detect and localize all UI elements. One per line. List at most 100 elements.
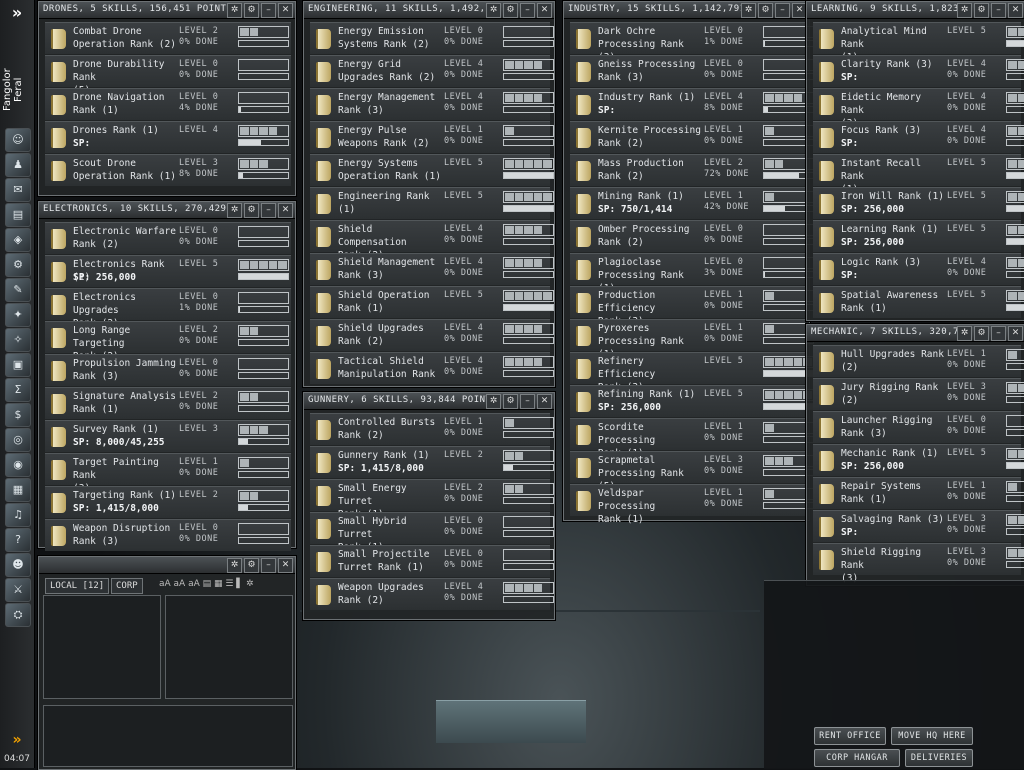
tab-local[interactable]: LOCAL [12] <box>45 578 109 594</box>
skill-row[interactable]: Plagioclase Processing Rank (1)LEVEL 03%… <box>570 253 805 285</box>
engineering-window-titlebar[interactable]: ENGINEERING, 11 SKILLS, 1,492,582 PO✲⚙–✕ <box>304 2 554 19</box>
settings-icon[interactable]: ⚙ <box>758 3 773 18</box>
skill-row[interactable]: Energy Systems Operation Rank (1)LEVEL 5 <box>310 154 550 186</box>
skill-row[interactable]: Electronics Upgrades Rank (2)LEVEL 01% D… <box>45 288 291 320</box>
minimize-icon[interactable]: – <box>991 3 1006 18</box>
skill-row[interactable]: Combat Drone Operation Rank (2)LEVEL 20%… <box>45 22 291 54</box>
settings-icon[interactable]: ⚙ <box>244 203 259 218</box>
audio-icon[interactable]: ♫ <box>5 503 31 527</box>
skill-row[interactable]: Weapon Upgrades Rank (2)LEVEL 40% DONE <box>310 578 550 610</box>
pin-icon[interactable]: ✲ <box>486 3 501 18</box>
skill-row[interactable]: Shield Operation Rank (1)LEVEL 5 <box>310 286 550 318</box>
skill-row[interactable]: Small Hybrid Turret Rank (1)LEVEL 00% DO… <box>310 512 550 544</box>
assets-icon[interactable]: ▣ <box>5 353 31 377</box>
skill-row[interactable]: Jury Rigging Rank (2)LEVEL 30% DONE <box>813 378 1021 410</box>
corp-hangar-button[interactable]: CORP HANGAR <box>814 749 900 767</box>
pin-icon[interactable]: ✲ <box>741 3 756 18</box>
character-icon[interactable]: ☺ <box>5 128 31 152</box>
skill-row[interactable]: Salvaging Rank (3)SP:LEVEL 30% DONE <box>813 510 1021 542</box>
industry-icon[interactable]: ⚙ <box>5 253 31 277</box>
skill-row[interactable]: Energy Management Rank (3)LEVEL 40% DONE <box>310 88 550 120</box>
science-icon[interactable]: Σ <box>5 378 31 402</box>
close-icon[interactable]: ✕ <box>1008 3 1023 18</box>
market-icon[interactable]: ◈ <box>5 228 31 252</box>
map-icon[interactable]: ✦ <box>5 303 31 327</box>
question-icon[interactable]: ? <box>5 528 31 552</box>
skill-row[interactable]: Iron Will Rank (1)SP: 256,000LEVEL 5 <box>813 187 1021 219</box>
industry-window-titlebar[interactable]: INDUSTRY, 15 SKILLS, 1,142,791 POINTS✲⚙–… <box>564 2 809 19</box>
settings-icon[interactable]: ⚙ <box>974 326 989 341</box>
minimize-icon[interactable]: – <box>520 394 535 409</box>
neocom-expand-button[interactable]: » <box>0 0 34 26</box>
character-name[interactable]: Fangolor Feral <box>2 58 32 122</box>
skill-row[interactable]: Repair Systems Rank (1)LEVEL 10% DONE <box>813 477 1021 509</box>
chat-member-list[interactable] <box>43 595 161 699</box>
skill-row[interactable]: Kernite Processing Rank (2)LEVEL 10% DON… <box>570 121 805 153</box>
close-icon[interactable]: ✕ <box>537 394 552 409</box>
skill-row[interactable]: Clarity Rank (3)SP:LEVEL 40% DONE <box>813 55 1021 87</box>
settings-icon[interactable]: ⚙ <box>974 3 989 18</box>
skill-row[interactable]: Spatial Awareness Rank (1)LEVEL 5 <box>813 286 1021 318</box>
skill-row[interactable]: Energy Pulse Weapons Rank (2)LEVEL 10% D… <box>310 121 550 153</box>
skill-row[interactable]: Hull Upgrades Rank (2)LEVEL 10% DONE <box>813 345 1021 377</box>
skill-row[interactable]: Controlled Bursts Rank (2)LEVEL 10% DONE <box>310 413 550 445</box>
skill-row[interactable]: Survey Rank (1)SP: 8,000/45,255LEVEL 3 <box>45 420 291 452</box>
skill-row[interactable]: Production Efficiency Rank (3)LEVEL 10% … <box>570 286 805 318</box>
settings-icon[interactable]: ⚙ <box>244 3 259 18</box>
skill-row[interactable]: Small Projectile Turret Rank (1)LEVEL 00… <box>310 545 550 577</box>
chat-titlebar[interactable]: ✲ ⚙ – ✕ <box>39 557 295 574</box>
journal-icon[interactable]: ✎ <box>5 278 31 302</box>
people-icon[interactable]: ♟ <box>5 153 31 177</box>
close-icon[interactable]: ✕ <box>792 3 807 18</box>
skill-row[interactable]: Dark Ochre Processing Rank (3)LEVEL 01% … <box>570 22 805 54</box>
neocom-arrows-icon[interactable]: » <box>4 730 30 750</box>
skill-row[interactable]: Pyroxeres Processing Rank (1)LEVEL 10% D… <box>570 319 805 351</box>
starmap-icon[interactable]: ✧ <box>5 328 31 352</box>
portrait-icon[interactable]: ☻ <box>5 553 31 577</box>
minimize-icon[interactable]: – <box>775 3 790 18</box>
skill-row[interactable]: Propulsion Jamming Rank (3)LEVEL 00% DON… <box>45 354 291 386</box>
skill-row[interactable]: Focus Rank (3)SP:LEVEL 40% DONE <box>813 121 1021 153</box>
settings-icon[interactable]: ⚙ <box>503 394 518 409</box>
skill-row[interactable]: Tactical Shield Manipulation RankLEVEL 4… <box>310 352 550 384</box>
skill-row[interactable]: Shield Rigging Rank (3)LEVEL 30% DONE <box>813 543 1021 575</box>
close-icon[interactable]: ✕ <box>278 3 293 18</box>
skill-row[interactable]: Gneiss Processing Rank (3)LEVEL 00% DONE <box>570 55 805 87</box>
browser-icon[interactable]: ◉ <box>5 453 31 477</box>
gunnery-window-titlebar[interactable]: GUNNERY, 6 SKILLS, 93,844 POINTS✲⚙–✕ <box>304 393 554 410</box>
skill-row[interactable]: Mass Production Rank (2)LEVEL 272% DONE <box>570 154 805 186</box>
deliveries-button[interactable]: DELIVERIES <box>905 749 973 767</box>
skill-row[interactable]: Gunnery Rank (1)SP: 1,415/8,000LEVEL 2 <box>310 446 550 478</box>
skill-row[interactable]: Industry Rank (1)SP:LEVEL 48% DONE <box>570 88 805 120</box>
skill-row[interactable]: Scrapmetal Processing Rank (5)LEVEL 30% … <box>570 451 805 483</box>
skill-row[interactable]: Targeting Rank (1)SP: 1,415/8,000LEVEL 2 <box>45 486 291 518</box>
skill-row[interactable]: Electronics Rank (1)SP: 256,000LEVEL 5 <box>45 255 291 287</box>
tab-corp[interactable]: CORP <box>111 578 143 594</box>
skill-row[interactable]: Engineering Rank (1)LEVEL 5 <box>310 187 550 219</box>
close-icon[interactable]: ✕ <box>1008 326 1023 341</box>
pin-icon[interactable]: ✲ <box>227 558 242 573</box>
skill-row[interactable]: Electronic Warfare Rank (2)LEVEL 00% DON… <box>45 222 291 254</box>
minimize-icon[interactable]: – <box>991 326 1006 341</box>
skill-row[interactable]: Drone Navigation Rank (1)LEVEL 04% DONE <box>45 88 291 120</box>
minimize-icon[interactable]: – <box>261 558 276 573</box>
skill-row[interactable]: Energy Emission Systems Rank (2)LEVEL 00… <box>310 22 550 54</box>
wallet-icon[interactable]: $ <box>5 403 31 427</box>
skill-row[interactable]: Refinery Efficiency Rank (3)LEVEL 5 <box>570 352 805 384</box>
pin-icon[interactable]: ✲ <box>227 3 242 18</box>
skill-row[interactable]: Eidetic Memory Rank (3)LEVEL 40% DONE <box>813 88 1021 120</box>
learning-window-titlebar[interactable]: LEARNING, 9 SKILLS, 1,823,060 POINTS✲⚙–✕ <box>807 2 1024 19</box>
close-icon[interactable]: ✕ <box>537 3 552 18</box>
skill-row[interactable]: Shield Compensation Rank (2)LEVEL 40% DO… <box>310 220 550 252</box>
minimize-icon[interactable]: – <box>261 3 276 18</box>
skill-row[interactable]: Logic Rank (3)SP:LEVEL 40% DONE <box>813 253 1021 285</box>
fitting-icon[interactable]: ⚔ <box>5 578 31 602</box>
skill-row[interactable]: Omber Processing Rank (2)LEVEL 00% DONE <box>570 220 805 252</box>
rent-office-button[interactable]: RENT OFFICE <box>814 727 886 745</box>
notepad-icon[interactable]: ▤ <box>5 203 31 227</box>
skill-row[interactable]: Weapon Disruption Rank (3)LEVEL 00% DONE <box>45 519 291 551</box>
skill-row[interactable]: Analytical Mind Rank (1)LEVEL 5 <box>813 22 1021 54</box>
mail-icon[interactable]: ✉ <box>5 178 31 202</box>
skill-row[interactable]: Energy Grid Upgrades Rank (2)LEVEL 40% D… <box>310 55 550 87</box>
skill-row[interactable]: Mechanic Rank (1)SP: 256,000LEVEL 5 <box>813 444 1021 476</box>
